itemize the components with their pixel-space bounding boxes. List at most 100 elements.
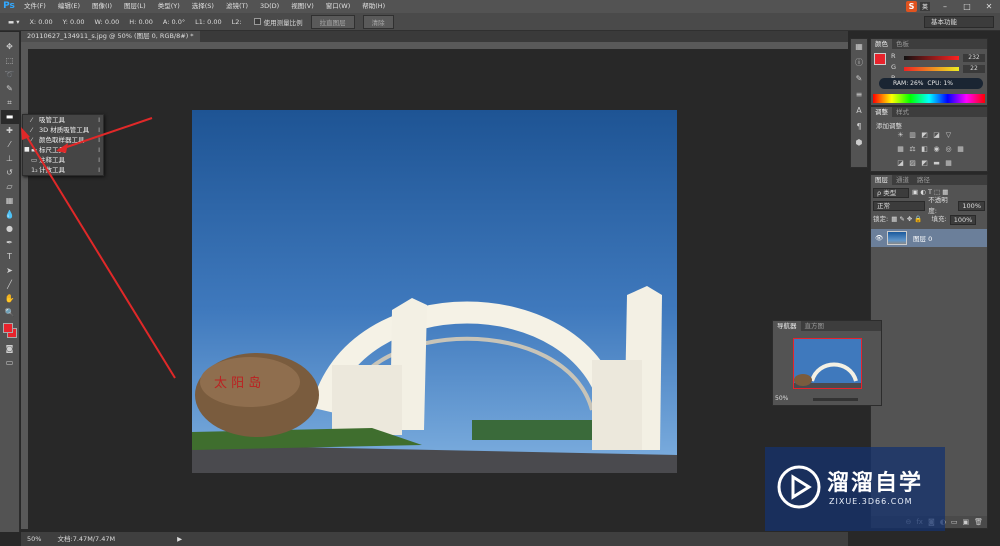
info-panel-icon[interactable]: ⓘ: [851, 55, 867, 71]
invert-icon[interactable]: ◪: [896, 159, 905, 168]
maximize-icon[interactable]: □: [956, 0, 978, 13]
navigator-zoom-slider[interactable]: [813, 398, 858, 401]
group-icon[interactable]: ▭: [951, 516, 958, 528]
new-layer-icon[interactable]: ▣: [962, 516, 969, 528]
hue-saturation-icon[interactable]: ▦: [896, 145, 905, 154]
type-tool-icon[interactable]: T: [1, 250, 19, 264]
color-spectrum[interactable]: [873, 94, 985, 103]
quick-select-tool-icon[interactable]: ✎: [1, 82, 19, 96]
menu-3d[interactable]: 3D(D): [254, 0, 285, 13]
gradient-tool-icon[interactable]: ▦: [1, 194, 19, 208]
history-panel-icon[interactable]: ▦: [851, 39, 867, 55]
fill-input[interactable]: 100%: [949, 214, 977, 225]
horizontal-ruler[interactable]: [21, 42, 848, 49]
exposure-icon[interactable]: ◪: [932, 131, 941, 140]
line-tool-icon[interactable]: ╱: [1, 278, 19, 292]
eye-icon[interactable]: 👁: [875, 234, 883, 242]
screen-mode-icon[interactable]: ▭: [1, 356, 19, 370]
foreground-color-swatch[interactable]: [3, 323, 13, 333]
clear-button[interactable]: 清除: [362, 14, 394, 29]
vibrance-icon[interactable]: ▽: [944, 131, 953, 140]
ime-indicator[interactable]: S 英: [905, 1, 930, 12]
workspace-select[interactable]: 基本功能: [924, 16, 994, 28]
dodge-tool-icon[interactable]: ●: [1, 222, 19, 236]
healing-brush-icon[interactable]: ✚: [1, 124, 19, 138]
red-value[interactable]: 232: [963, 54, 985, 62]
tab-navigator[interactable]: 导航器: [773, 321, 801, 331]
menu-select[interactable]: 选择(S): [186, 0, 220, 13]
photo-filter-icon[interactable]: ◉: [932, 145, 941, 154]
menu-layer[interactable]: 图层(L): [118, 0, 152, 13]
tab-swatches[interactable]: 色板: [892, 39, 913, 49]
status-zoom[interactable]: 50%: [27, 535, 41, 543]
tab-channels[interactable]: 通道: [892, 175, 913, 185]
opacity-input[interactable]: 100%: [958, 200, 985, 211]
black-white-icon[interactable]: ◧: [920, 145, 929, 154]
selective-color-icon[interactable]: ▦: [944, 159, 953, 168]
flyout-item-color-sampler[interactable]: ⁄ 颜色取样器工具 I: [23, 135, 103, 145]
move-tool-icon[interactable]: ✥: [1, 40, 19, 54]
minimize-icon[interactable]: –: [934, 0, 956, 13]
lasso-tool-icon[interactable]: ➰: [1, 68, 19, 82]
tab-layers[interactable]: 图层: [871, 175, 892, 185]
layer-kind-filter[interactable]: ρ 类型: [873, 187, 909, 198]
navigator-thumbnail[interactable]: [793, 338, 862, 389]
blend-mode-select[interactable]: 正常: [873, 200, 926, 211]
straighten-layer-button[interactable]: 拉直图层: [310, 14, 355, 29]
tab-color[interactable]: 颜色: [871, 39, 892, 49]
ruler-tool-icon[interactable]: ▬: [0, 110, 19, 124]
menu-file[interactable]: 文件(F): [18, 0, 52, 13]
levels-icon[interactable]: ▥: [908, 131, 917, 140]
layer-name[interactable]: 图层 0: [913, 233, 932, 243]
quick-mask-icon[interactable]: ◙: [1, 342, 19, 356]
foreground-color-swatch[interactable]: [874, 53, 886, 65]
tab-histogram[interactable]: 直方图: [801, 321, 829, 331]
brightness-icon[interactable]: ☀: [896, 131, 905, 140]
ruler-tool-icon[interactable]: ▬ ▾: [8, 18, 19, 26]
red-slider[interactable]: [904, 56, 959, 60]
eraser-tool-icon[interactable]: ▱: [1, 180, 19, 194]
color-balance-icon[interactable]: ⚖: [908, 145, 917, 154]
character-panel-icon[interactable]: A: [851, 103, 867, 119]
paragraph-panel-icon[interactable]: ¶: [851, 119, 867, 135]
crop-tool-icon[interactable]: ⌗: [1, 96, 19, 110]
close-icon[interactable]: ✕: [978, 0, 1000, 13]
navigator-zoom[interactable]: 50%: [775, 395, 788, 402]
menu-filter[interactable]: 滤镜(T): [220, 0, 254, 13]
flyout-item-note[interactable]: ▭ 注释工具 I: [23, 155, 103, 165]
menu-help[interactable]: 帮助(H): [356, 0, 391, 13]
flyout-item-eyedropper[interactable]: ⁄ 吸管工具 I: [23, 115, 103, 125]
zoom-tool-icon[interactable]: 🔍: [1, 306, 19, 320]
delete-layer-icon[interactable]: 🗑: [974, 516, 983, 528]
clone-stamp-icon[interactable]: ⊥: [1, 152, 19, 166]
menu-view[interactable]: 视图(V): [285, 0, 320, 13]
pen-tool-icon[interactable]: ✒: [1, 236, 19, 250]
green-value[interactable]: 22: [963, 65, 985, 73]
lock-icons[interactable]: ▦ ✎ ✥ 🔒: [891, 214, 922, 225]
document-image[interactable]: 太 阳 岛: [192, 110, 677, 473]
color-swatches[interactable]: [0, 320, 19, 342]
use-scale-checkbox[interactable]: [253, 18, 261, 25]
3d-panel-icon[interactable]: ⬢: [851, 135, 867, 151]
channel-mixer-icon[interactable]: ◎: [944, 145, 953, 154]
tab-styles[interactable]: 样式: [892, 107, 913, 117]
hand-tool-icon[interactable]: ✋: [1, 292, 19, 306]
flyout-item-ruler[interactable]: ■ ▬ 标尺工具 I: [23, 145, 103, 155]
menu-image[interactable]: 图像(I): [86, 0, 118, 13]
layer-row[interactable]: 👁 图层 0: [871, 229, 987, 247]
menu-edit[interactable]: 编辑(E): [52, 0, 86, 13]
menu-window[interactable]: 窗口(W): [320, 0, 357, 13]
document-tab[interactable]: 20110627_134911_s.jpg @ 50% (图层 0, RGB/8…: [21, 31, 200, 42]
threshold-icon[interactable]: ◩: [920, 159, 929, 168]
green-slider[interactable]: [904, 67, 959, 71]
flyout-item-count[interactable]: 1₂计数工具 I: [23, 165, 103, 175]
menu-type[interactable]: 类型(Y): [152, 0, 186, 13]
tab-paths[interactable]: 路径: [913, 175, 934, 185]
flyout-item-3d-eyedropper[interactable]: ⁄ 3D 材质吸管工具 I: [23, 125, 103, 135]
gradient-map-icon[interactable]: ▬: [932, 159, 941, 168]
brush-tool-icon[interactable]: ⁄: [1, 138, 19, 152]
path-select-icon[interactable]: ➤: [1, 264, 19, 278]
status-arrow-icon[interactable]: ▶: [177, 535, 182, 543]
properties-panel-icon[interactable]: ≡: [851, 87, 867, 103]
history-brush-icon[interactable]: ↺: [1, 166, 19, 180]
